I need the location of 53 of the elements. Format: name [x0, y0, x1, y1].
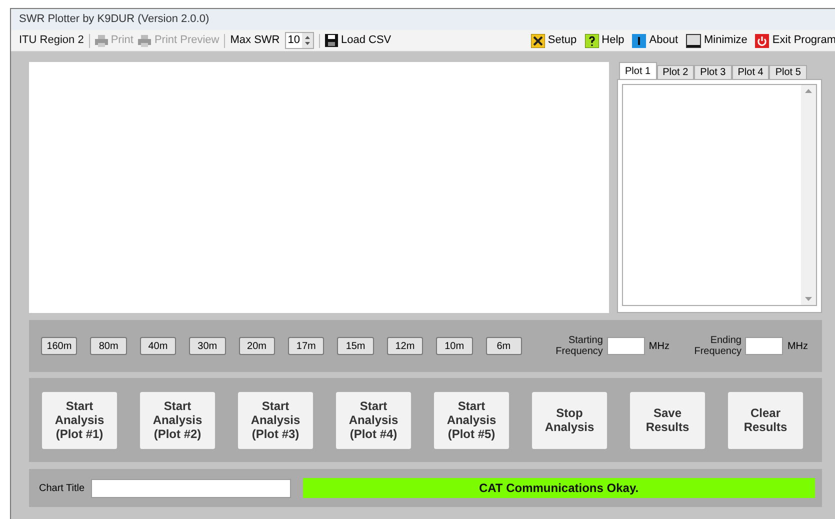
action-button[interactable]: Start Analysis (Plot #2): [140, 392, 215, 448]
scroll-up-icon: [805, 89, 812, 93]
spinner-arrows-icon: [302, 33, 313, 48]
minimize-button[interactable]: Minimize: [686, 32, 748, 49]
load-csv-button[interactable]: Load CSV: [324, 32, 392, 49]
frequency-label: Ending Frequency: [693, 335, 742, 357]
action-button[interactable]: Start Analysis (Plot #3): [238, 392, 313, 448]
chart-title-label: Chart Title: [39, 482, 85, 496]
info-icon: [632, 34, 646, 48]
band-button[interactable]: 160m: [41, 337, 78, 355]
plot-tab[interactable]: Plot 3: [694, 65, 732, 79]
frequency-label: Starting Frequency: [554, 335, 603, 357]
plot-tab[interactable]: Plot 4: [732, 65, 770, 79]
max-swr-label: Max SWR: [230, 33, 280, 48]
action-button[interactable]: Stop Analysis: [532, 392, 607, 448]
mhz-label: MHz: [648, 340, 670, 354]
frequency-field[interactable]: [606, 337, 645, 355]
band-button[interactable]: 15m: [337, 337, 374, 355]
plot-tab[interactable]: Plot 5: [769, 65, 807, 79]
window-title: SWR Plotter by K9DUR (Version 2.0.0): [11, 9, 835, 30]
band-button[interactable]: 6m: [486, 337, 522, 355]
band-button[interactable]: 20m: [238, 337, 275, 355]
plot-tab[interactable]: Plot 1: [619, 62, 657, 79]
about-button[interactable]: About: [632, 32, 678, 49]
action-button[interactable]: Save Results: [630, 392, 705, 448]
scrollbar[interactable]: [801, 85, 816, 305]
action-button[interactable]: Start Analysis (Plot #5): [434, 392, 509, 448]
exit-button[interactable]: Exit Program: [755, 32, 835, 49]
chart-title-field[interactable]: [90, 478, 291, 498]
action-button[interactable]: Clear Results: [728, 392, 803, 448]
band-button[interactable]: 12m: [386, 337, 424, 355]
printer-icon: [138, 34, 152, 46]
frequency-field[interactable]: [745, 337, 784, 355]
band-button[interactable]: 17m: [288, 337, 324, 355]
tools-icon: [530, 34, 545, 48]
action-button[interactable]: Start Analysis (Plot #4): [336, 392, 411, 448]
band-button[interactable]: 80m: [90, 337, 127, 355]
mhz-label: MHz: [787, 340, 808, 354]
help-button[interactable]: Help: [584, 32, 624, 49]
plot-tab[interactable]: Plot 2: [656, 65, 694, 79]
band-button[interactable]: 30m: [189, 337, 226, 355]
power-icon: [755, 34, 770, 48]
scroll-down-icon: [805, 297, 812, 301]
band-button[interactable]: 40m: [140, 337, 176, 355]
minimize-icon: [686, 34, 702, 48]
action-button[interactable]: Start Analysis (Plot #1): [42, 392, 117, 448]
region-label: ITU Region 2: [19, 33, 84, 48]
help-icon: [584, 34, 599, 48]
printer-icon: [94, 34, 108, 46]
max-swr-spinner[interactable]: 10: [284, 32, 314, 49]
status-bar: CAT Communications Okay.: [302, 478, 815, 498]
setup-button[interactable]: Setup: [530, 32, 577, 49]
band-button[interactable]: 10m: [436, 337, 473, 355]
